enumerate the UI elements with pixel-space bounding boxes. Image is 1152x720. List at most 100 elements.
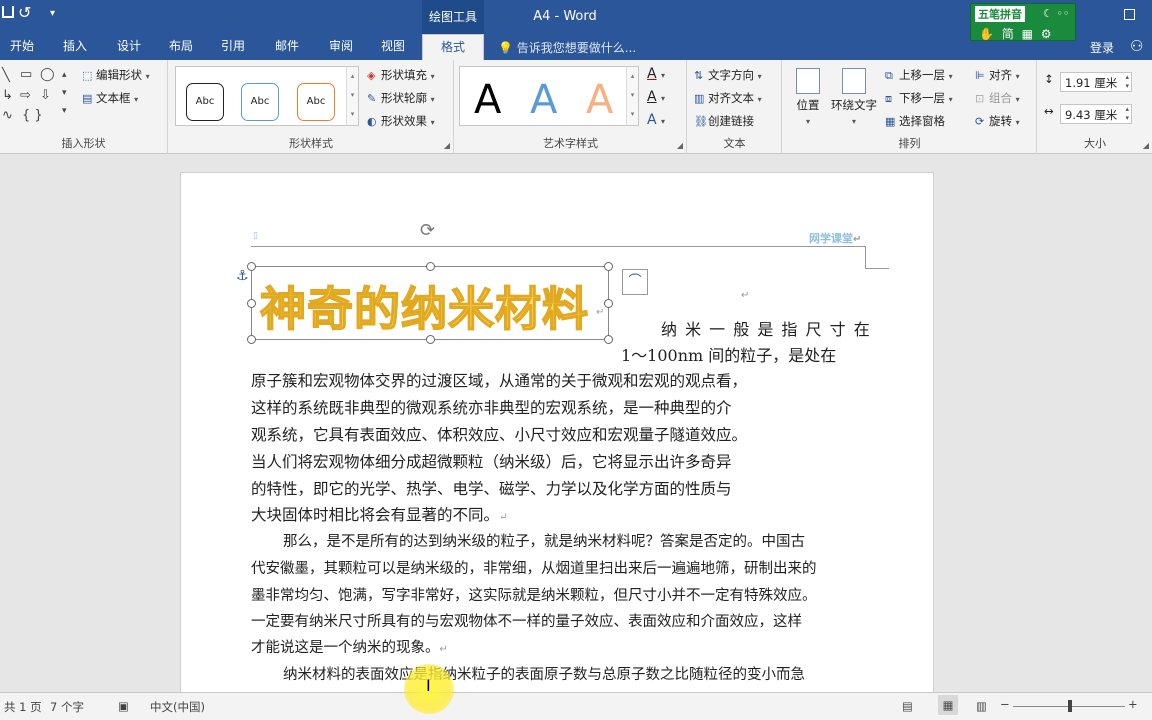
align-text-icon: ▥ [694,92,705,105]
shape-style-black[interactable]: Abc [186,83,224,121]
header-border [865,268,889,269]
tab-layout[interactable]: 布局 [158,34,204,60]
dialog-launcher-icon[interactable]: ◢ [1143,141,1149,150]
line-shape-icon[interactable]: ╲ [2,68,10,83]
rotate-button[interactable]: ⟳ 旋转 ▾ [975,113,1020,129]
web-layout-icon[interactable]: ▥ [976,699,987,713]
text-box-icon: ▤ [82,92,93,105]
tab-home[interactable]: 开始 [0,34,44,60]
tell-me-search[interactable]: 💡 告诉我您想要做什么... [498,39,636,56]
paragraph-line: 的特性，即它的光学、热学、电学、磁学、力学以及化学方面的性质与 [251,480,732,498]
header-text[interactable]: 网学课堂↵ [809,230,861,246]
ime-row2[interactable]: ✋ 简 ▦ ⚙ [979,25,1054,42]
save-icon[interactable] [2,6,14,18]
proofing-icon[interactable]: ▣ [118,699,129,713]
wordart-gallery[interactable]: A A A ▴ ▾ ▾ [459,66,639,126]
resize-handle[interactable] [247,262,256,271]
print-layout-icon[interactable]: ▦ [938,695,958,715]
resize-handle[interactable] [247,335,256,344]
connector-shape-icon[interactable]: ↳ [2,88,13,103]
group-button[interactable]: ⊡ 组合 ▾ [975,90,1020,106]
page-count[interactable]: 共 1 页 [4,699,42,715]
wordart-blue[interactable]: A [530,77,557,123]
tab-mailings[interactable]: 邮件 [264,34,310,60]
shape-style-blue[interactable]: Abc [241,83,279,121]
edit-shape-button[interactable]: ⬚ 编辑形状 ▾ [82,67,150,83]
shapes-gallery-scroll[interactable]: ▴ ▾ ▾ [62,66,67,120]
position-button[interactable]: 位置 ▾ [791,68,825,127]
language[interactable]: 中文(中国) [150,699,205,715]
word-count[interactable]: 7 个字 [50,699,84,715]
ime-simplified[interactable]: 简 [1002,27,1016,41]
tab-view[interactable]: 视图 [370,34,416,60]
group-wordart-styles: A A A ▴ ▾ ▾ A ▾ A ▾ A ▾ 艺术字样式 ◢ [455,60,687,154]
read-mode-icon[interactable]: ▤ [902,699,913,713]
login-button[interactable]: 登录 [1090,39,1114,56]
arrow-right-shape-icon[interactable]: ⇨ [20,88,31,103]
wordart-title[interactable]: 神奇的纳米材料 [259,273,589,339]
brace-shape-icon[interactable]: { } [22,108,43,123]
undo-icon[interactable]: ↺ [18,3,31,22]
zoom-in-button[interactable]: + [1128,697,1138,711]
width-icon: ↔ [1044,104,1054,118]
align-text-button[interactable]: ▥ 对齐文本 ▾ [694,90,762,106]
resize-handle[interactable] [604,335,613,344]
gallery-scroll[interactable]: ▴ ▾ ▾ [626,67,638,125]
wordart-black[interactable]: A [474,77,501,123]
paragraph-line: 大块固体时相比将会有显著的不同。↵ [251,506,508,524]
resize-handle[interactable] [426,335,435,344]
bring-forward-button[interactable]: ⧉ 上移一层 ▾ [885,67,953,83]
tab-insert[interactable]: 插入 [52,34,98,60]
arrow-down-shape-icon[interactable]: ⇩ [40,88,51,103]
shape-style-orange[interactable]: Abc [297,83,335,121]
document-canvas[interactable]: ▯ 网学课堂↵ ⟳ ⚓ 神奇的纳米材料 ↵ ⌒ ↵ 纳 米 一 般 是 指 尺 … [0,155,1152,692]
restore-icon[interactable] [1124,9,1135,20]
selection-pane-button[interactable]: ▦ 选择窗格 [885,113,945,129]
document-page[interactable]: ▯ 网学课堂↵ ⟳ ⚓ 神奇的纳米材料 ↵ ⌒ ↵ 纳 米 一 般 是 指 尺 … [180,172,934,692]
customize-qat-icon[interactable]: ▾ [50,8,55,19]
zoom-out-button[interactable]: − [1000,697,1010,711]
share-icon[interactable]: ⚇ [1130,37,1143,55]
height-spinner[interactable]: ▴ ▾ [1125,73,1129,91]
ime-name[interactable]: 五笔拼音 [975,6,1025,22]
tab-references[interactable]: 引用 [210,34,256,60]
text-effects-icon[interactable]: A ▾ [647,112,665,128]
width-spinner[interactable]: ▴ ▾ [1125,105,1129,123]
send-backward-button[interactable]: ⧈ 下移一层 ▾ [885,90,953,106]
dialog-launcher-icon[interactable]: ◢ [444,141,450,150]
rectangle-shape-icon[interactable]: ▭ [20,67,32,82]
ime-toolbar[interactable]: 五笔拼音 ☾ ◦◦ ✋ 简 ▦ ⚙ [970,3,1076,41]
gallery-scroll[interactable]: ▴ ▾ ▾ [346,67,358,125]
header-marker: ▯ [253,231,258,241]
text-direction-button[interactable]: ⇅ 文字方向 ▾ [694,67,762,83]
shape-style-gallery[interactable]: Abc Abc Abc ▴ ▾ ▾ [175,66,359,126]
zoom-slider-thumb[interactable] [1068,700,1072,712]
text-outline-icon[interactable]: A ▾ [647,89,665,105]
wordart-orange[interactable]: A [586,77,613,123]
resize-handle[interactable] [426,262,435,271]
rotate-handle-icon[interactable]: ⟳ [420,220,435,241]
resize-handle[interactable] [247,299,256,308]
text-fill-icon[interactable]: A ▾ [647,66,665,82]
shape-outline-button[interactable]: ✎ 形状轮廓 ▾ [367,90,435,106]
ime-mode-icon[interactable]: ☾ ◦◦ [1043,7,1069,20]
layout-options-icon[interactable]: ⌒ [622,269,648,295]
shape-width-input[interactable]: 9.43 厘米 ▴ ▾ [1060,104,1132,124]
wrap-text-button[interactable]: 环绕文字 ▾ [827,68,881,127]
wordart-textbox[interactable]: 神奇的纳米材料 ↵ [247,262,613,344]
create-link-button[interactable]: ⛓创建链接 [694,113,754,129]
shape-fill-button[interactable]: ◈ 形状填充 ▾ [367,67,435,83]
resize-handle[interactable] [604,262,613,271]
curve-shape-icon[interactable]: ∿ [2,108,13,123]
tell-me-text: 告诉我您想要做什么... [516,41,637,55]
oval-shape-icon[interactable]: ◯ [40,67,55,82]
shape-height-input[interactable]: 1.91 厘米 ▴ ▾ [1060,72,1132,92]
align-button[interactable]: ⊫ 对齐 ▾ [975,67,1020,83]
shape-effects-button[interactable]: ◐ 形状效果 ▾ [367,113,435,129]
text-box-button[interactable]: ▤ 文本框 ▾ [82,90,138,106]
tab-review[interactable]: 审阅 [318,34,364,60]
dialog-launcher-icon[interactable]: ◢ [677,141,683,150]
resize-handle[interactable] [604,299,613,308]
tab-format[interactable]: 格式 [422,34,484,60]
tab-design[interactable]: 设计 [106,34,152,60]
